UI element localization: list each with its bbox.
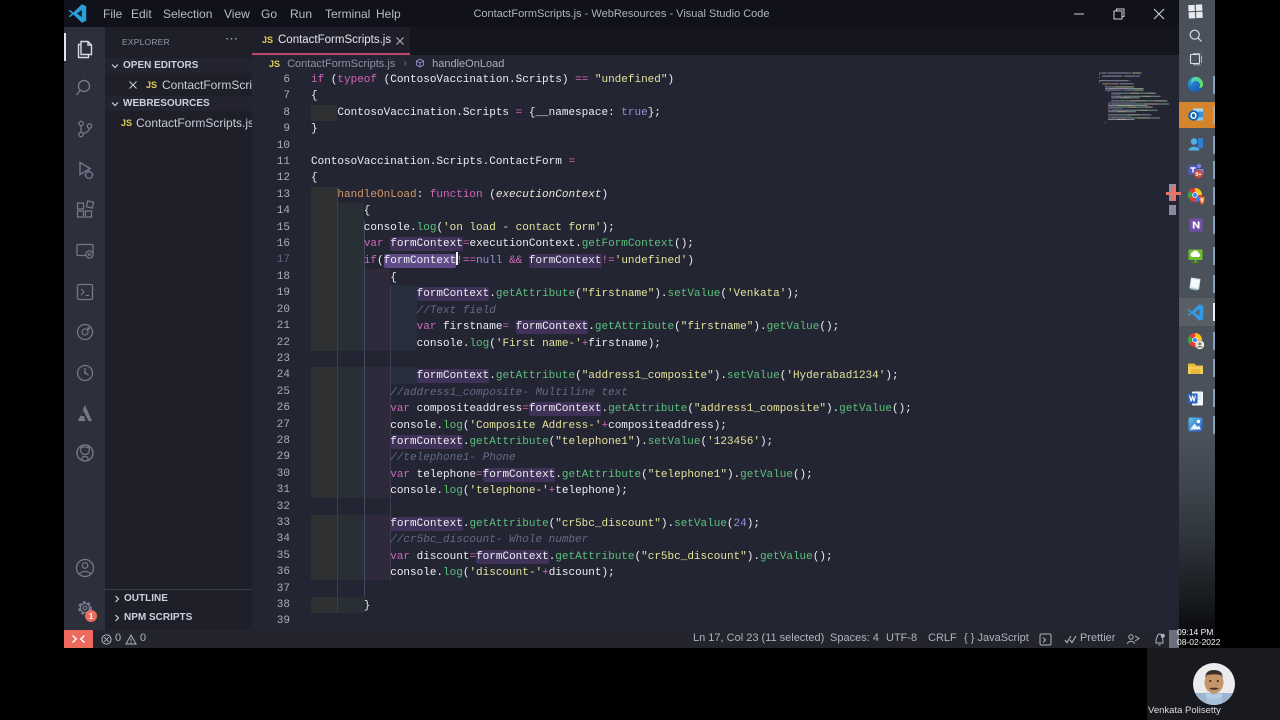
svg-text:9+: 9+: [1195, 172, 1201, 178]
